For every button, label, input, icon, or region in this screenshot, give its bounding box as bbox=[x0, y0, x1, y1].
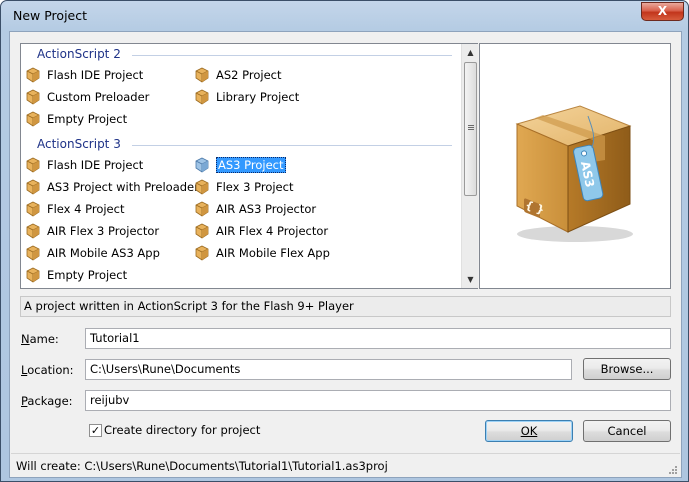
scroll-down-arrow-icon[interactable]: ▼ bbox=[462, 271, 479, 288]
list-item-custom-preloader[interactable]: Custom Preloader bbox=[25, 87, 149, 107]
checkmark-icon: ✓ bbox=[90, 424, 101, 437]
name-field[interactable]: Tutorial1 bbox=[85, 328, 671, 349]
scroll-thumb[interactable] bbox=[464, 62, 477, 196]
list-item-air-flex-3-projector[interactable]: AIR Flex 3 Projector bbox=[25, 221, 159, 241]
package-box-icon bbox=[195, 67, 209, 83]
package-box-icon bbox=[195, 223, 209, 239]
list-item-flex-3-project[interactable]: Flex 3 Project bbox=[194, 177, 293, 197]
group-divider bbox=[132, 55, 452, 56]
package-field[interactable]: reijubv bbox=[85, 390, 671, 411]
grip-line bbox=[468, 129, 474, 130]
list-item-label: AS2 Project bbox=[216, 68, 282, 82]
package-label: Package: bbox=[21, 394, 73, 408]
list-item-label: Flash IDE Project bbox=[47, 68, 144, 82]
package-box-icon bbox=[195, 245, 209, 261]
status-text: Will create: C:\Users\Rune\Documents\Tut… bbox=[16, 459, 388, 473]
location-field[interactable]: C:\Users\Rune\Documents bbox=[85, 359, 572, 380]
close-icon: X bbox=[657, 4, 668, 18]
browse-button[interactable]: Browse... bbox=[583, 358, 671, 380]
list-item-air-flex-4-projector[interactable]: AIR Flex 4 Projector bbox=[194, 221, 328, 241]
project-template-list[interactable]: ActionScript 2 Flash IDE Project AS2 Pro… bbox=[20, 43, 478, 289]
browse-label: Browse... bbox=[600, 362, 654, 376]
close-button[interactable]: X bbox=[641, 2, 684, 21]
list-item-label: Custom Preloader bbox=[47, 90, 150, 104]
package-box-icon bbox=[26, 267, 40, 283]
group-header-actionscript-3: ActionScript 3 bbox=[37, 137, 121, 151]
list-item-air-as3-projector[interactable]: AIR AS3 Projector bbox=[194, 199, 316, 219]
status-bar: Will create: C:\Users\Rune\Documents\Tut… bbox=[11, 453, 680, 477]
project-preview-panel: { } AS3 bbox=[479, 43, 671, 289]
list-item-label: AIR Flex 3 Projector bbox=[47, 224, 160, 238]
scroll-up-arrow-icon[interactable]: ▲ bbox=[462, 44, 479, 61]
list-item-as2-flash-ide-project[interactable]: Flash IDE Project bbox=[25, 65, 143, 85]
list-item-as3-project[interactable]: AS3 Project bbox=[194, 155, 286, 175]
package-box-icon bbox=[26, 245, 40, 261]
package-box-icon bbox=[26, 201, 40, 217]
dialog-body: ActionScript 2 Flash IDE Project AS2 Pro… bbox=[9, 31, 682, 478]
create-directory-label: Create directory for project bbox=[104, 423, 261, 437]
list-item-label: AIR Mobile AS3 App bbox=[47, 246, 160, 260]
list-item-label: AS3 Project with Preloader bbox=[47, 180, 199, 194]
location-label: Location: bbox=[21, 363, 74, 377]
list-item-label: Flash IDE Project bbox=[47, 158, 144, 172]
package-box-icon bbox=[26, 157, 40, 173]
window-title: New Project bbox=[13, 8, 88, 23]
package-box-icon bbox=[195, 179, 209, 195]
package-box-icon bbox=[26, 67, 40, 83]
project-description: A project written in ActionScript 3 for … bbox=[20, 296, 671, 317]
grip-line bbox=[468, 127, 474, 128]
create-directory-checkbox[interactable]: ✓ bbox=[89, 424, 102, 437]
name-label: Name: bbox=[21, 332, 59, 346]
grip-line bbox=[468, 125, 474, 126]
new-project-dialog: New Project X ActionScript 2 Flash IDE P… bbox=[0, 0, 689, 482]
list-item-as3-flash-ide-project[interactable]: Flash IDE Project bbox=[25, 155, 143, 175]
list-item-air-mobile-as3-app[interactable]: AIR Mobile AS3 App bbox=[25, 243, 160, 263]
group-header-actionscript-2: ActionScript 2 bbox=[37, 47, 121, 61]
ok-label: OK bbox=[520, 424, 538, 438]
package-box-icon bbox=[26, 111, 40, 127]
list-item-flex-4-project[interactable]: Flex 4 Project bbox=[25, 199, 124, 219]
resize-grip-icon[interactable] bbox=[668, 465, 678, 475]
list-item-label: AIR Mobile Flex App bbox=[216, 246, 330, 260]
cancel-button[interactable]: Cancel bbox=[583, 420, 671, 442]
list-scrollbar[interactable]: ▲ ▼ bbox=[461, 44, 478, 288]
list-item-label: AIR AS3 Projector bbox=[216, 202, 317, 216]
list-item-label: Empty Project bbox=[47, 112, 128, 126]
package-box-icon bbox=[26, 179, 40, 195]
list-item-as3-empty-project[interactable]: Empty Project bbox=[25, 265, 127, 285]
list-item-as3-project-with-preloader[interactable]: AS3 Project with Preloader bbox=[25, 177, 199, 197]
list-item-air-mobile-flex-app[interactable]: AIR Mobile Flex App bbox=[194, 243, 330, 263]
package-box-icon bbox=[26, 89, 40, 105]
list-item-as2-project[interactable]: AS2 Project bbox=[194, 65, 282, 85]
package-box-icon bbox=[26, 223, 40, 239]
list-item-label: AS3 Project bbox=[216, 157, 286, 173]
list-item-label: Flex 4 Project bbox=[47, 202, 125, 216]
cancel-label: Cancel bbox=[607, 424, 647, 438]
list-item-as2-empty-project[interactable]: Empty Project bbox=[25, 109, 127, 129]
as3-package-box-icon: { } AS3 bbox=[515, 105, 633, 242]
list-item-label: Empty Project bbox=[47, 268, 128, 282]
list-item-label: Flex 3 Project bbox=[216, 180, 294, 194]
group-divider bbox=[132, 145, 452, 146]
list-item-library-project[interactable]: Library Project bbox=[194, 87, 299, 107]
package-box-icon bbox=[195, 157, 209, 173]
package-box-icon bbox=[195, 89, 209, 105]
ok-button[interactable]: OK bbox=[485, 420, 573, 442]
list-item-label: AIR Flex 4 Projector bbox=[216, 224, 329, 238]
list-item-label: Library Project bbox=[216, 90, 300, 104]
package-box-icon bbox=[195, 201, 209, 217]
